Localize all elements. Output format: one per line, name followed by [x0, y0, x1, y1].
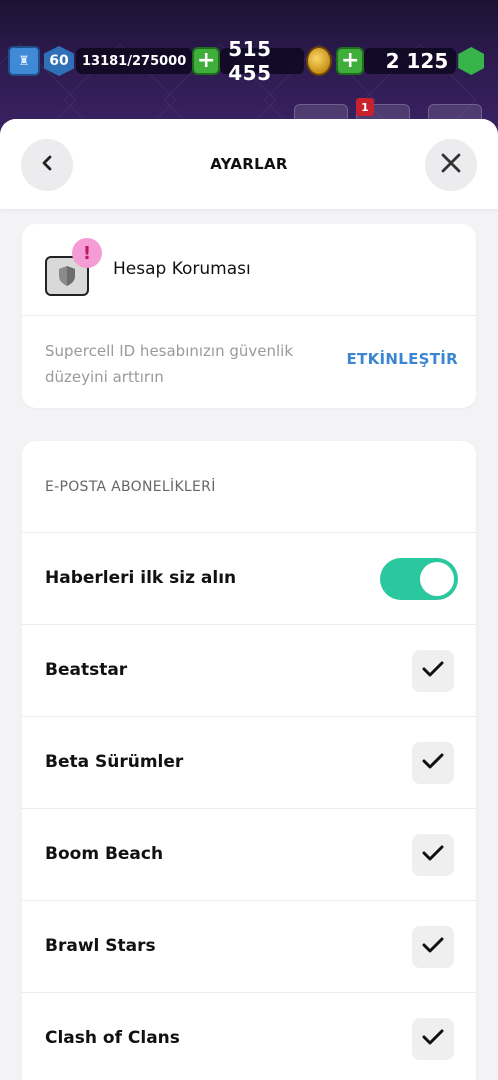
account-protection-card: ! Hesap Koruması Supercell ID hesabınızı… [22, 224, 476, 408]
subscription-row: Beatstar [22, 625, 476, 717]
account-protection-row: ! Hesap Koruması [22, 224, 476, 316]
alert-badge: ! [72, 238, 102, 268]
add-gold-button[interactable]: + [192, 47, 221, 75]
xp-counter: 13181/275000 [76, 48, 193, 74]
subscription-label: Beatstar [45, 660, 128, 680]
subscription-row: Clash of Clans [22, 993, 476, 1080]
gold-coin-icon [306, 46, 333, 76]
settings-sheet: AYARLAR ! Hesap Koruması Supercell ID he… [0, 119, 498, 1080]
news-toggle-row: Haberleri ilk siz alın [22, 533, 476, 625]
subscription-checkbox[interactable] [412, 742, 454, 784]
email-subscriptions-card: E-POSTA ABONELİKLERİ Haberleri ilk siz a… [22, 441, 476, 1080]
crown-icon: ♜ [8, 46, 40, 76]
resource-bar: ♜ 60 13181/275000 + 515 455 + 2 125 [8, 37, 498, 85]
close-icon [440, 152, 462, 178]
gold-counter: 515 455 [220, 37, 305, 85]
checkmark-icon [422, 1028, 444, 1050]
subscription-row: Beta Sürümler [22, 717, 476, 809]
subscription-label: Brawl Stars [45, 936, 156, 956]
subscription-label: Beta Sürümler [45, 752, 184, 772]
subscription-row: Boom Beach [22, 809, 476, 901]
checkmark-icon [422, 844, 444, 866]
gem-counter: 2 125 [364, 48, 457, 74]
section-title: E-POSTA ABONELİKLERİ [22, 441, 476, 533]
checkmark-icon [422, 752, 444, 774]
gem-icon [458, 47, 485, 75]
account-protection-description: Supercell ID hesabınızın güvenlik düzeyi… [45, 342, 294, 386]
checkmark-icon [422, 936, 444, 958]
news-toggle[interactable] [380, 558, 458, 600]
activate-link[interactable]: ETKİNLEŞTİR [346, 350, 458, 368]
close-button[interactable] [425, 139, 477, 191]
subscription-checkbox[interactable] [412, 926, 454, 968]
subscription-checkbox[interactable] [412, 1018, 454, 1060]
subscription-row: Brawl Stars [22, 901, 476, 993]
add-gems-button[interactable]: + [336, 47, 365, 75]
subscription-checkbox[interactable] [412, 834, 454, 876]
page-title: AYARLAR [210, 155, 288, 173]
checkmark-icon [422, 660, 444, 682]
subscription-checkbox[interactable] [412, 650, 454, 692]
subscription-label: Boom Beach [45, 844, 164, 864]
account-protection-title: Hesap Koruması [113, 259, 251, 279]
level-badge: 60 [44, 46, 74, 76]
news-label: Haberleri ilk siz alın [45, 568, 237, 588]
toggle-knob [420, 562, 454, 596]
notification-badge: 1 [356, 98, 374, 116]
subscription-label: Clash of Clans [45, 1028, 180, 1048]
settings-header: AYARLAR [0, 119, 498, 209]
